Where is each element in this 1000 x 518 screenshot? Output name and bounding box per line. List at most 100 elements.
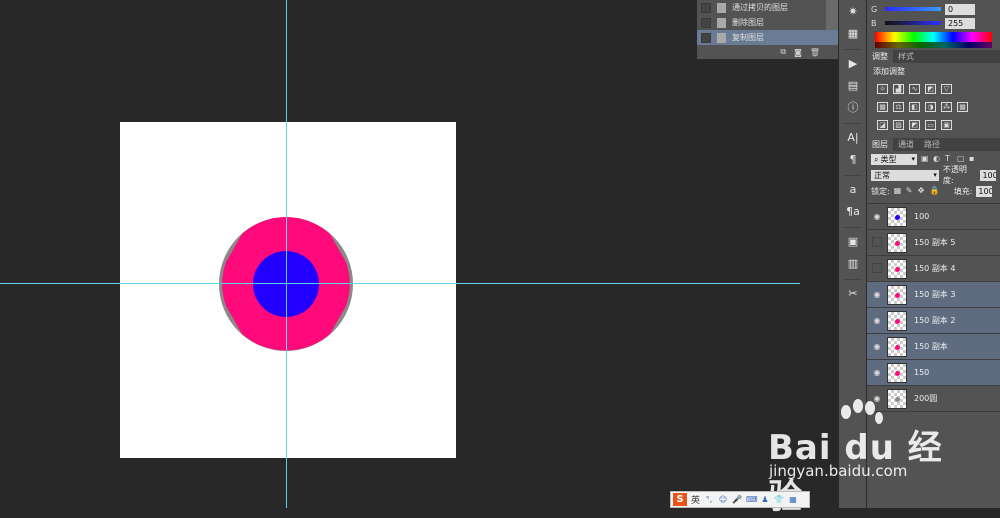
keyboard-icon[interactable]: ⌨ xyxy=(746,495,758,505)
punctuation-icon[interactable]: °, xyxy=(704,495,714,505)
b-slider[interactable] xyxy=(885,21,941,25)
curves-icon[interactable]: ∿ xyxy=(909,84,920,94)
layer-row[interactable]: 150 副本 5 xyxy=(867,230,1000,256)
watermark-url: jingyan.baidu.com xyxy=(769,462,908,480)
properties-icon[interactable]: ▣ xyxy=(839,230,867,252)
eye-icon[interactable]: ◉ xyxy=(867,368,887,377)
layer-row[interactable]: 150 副本 4 xyxy=(867,256,1000,282)
b-label: B xyxy=(871,18,877,28)
b-value-field[interactable]: 255 xyxy=(945,17,975,29)
color-lookup-icon[interactable]: ▦ xyxy=(957,102,968,112)
threshold-icon[interactable]: ◩ xyxy=(909,120,920,130)
paragraph-icon[interactable]: ¶ xyxy=(839,148,867,170)
history-toolbar: ⧉ ◙ 🗑 xyxy=(697,45,838,59)
microphone-icon[interactable]: 🎤 xyxy=(732,495,742,505)
g-value-field[interactable]: 0 xyxy=(945,3,975,15)
color-spectrum[interactable] xyxy=(875,32,992,42)
thumbnail-dot xyxy=(895,292,900,298)
character-icon[interactable]: A| xyxy=(839,126,867,148)
swatch-icon[interactable]: ▦ xyxy=(839,22,867,44)
eye-hidden-icon[interactable] xyxy=(867,263,887,275)
hue-saturation-icon[interactable]: ▦ xyxy=(877,102,888,112)
shirt-skin-icon[interactable]: 👕 xyxy=(774,495,784,505)
black-white-icon[interactable]: ◧ xyxy=(909,102,920,112)
eye-hidden-icon[interactable] xyxy=(867,237,887,249)
color-panel: G 0 B 255 xyxy=(867,0,1000,50)
lock-transparent-icon[interactable]: ▦ xyxy=(894,187,902,195)
tab-layers[interactable]: 图层 xyxy=(867,138,893,151)
camera-snapshot-icon[interactable]: ◙ xyxy=(794,48,802,57)
tools-icon[interactable]: ▦ xyxy=(788,495,798,505)
horizontal-guide[interactable] xyxy=(0,283,800,284)
thumbnail-dot xyxy=(895,266,900,272)
brightness-adjust-icon[interactable]: ☼ xyxy=(877,84,888,94)
ime-mode[interactable]: 英 xyxy=(691,493,700,506)
user-icon[interactable]: ♟ xyxy=(760,495,770,505)
photo-filter-icon[interactable]: ◑ xyxy=(925,102,936,112)
history-row[interactable]: 通过拷贝的图层 xyxy=(697,0,838,15)
history-row-selected[interactable]: 复制图层 xyxy=(697,30,838,45)
selective-color-icon[interactable]: ▣ xyxy=(941,120,952,130)
emoji-icon[interactable]: ☺ xyxy=(718,495,728,505)
new-document-from-state-icon[interactable]: ⧉ xyxy=(780,47,786,57)
layer-comps-icon[interactable]: ▤ xyxy=(839,74,867,96)
canvas-area[interactable] xyxy=(0,0,800,508)
type-filter-icon[interactable]: T xyxy=(945,155,953,163)
baidu-jingyan-watermark: Bai du 经验 jingyan.baidu.com xyxy=(760,398,960,517)
eye-icon[interactable]: ◉ xyxy=(867,212,887,221)
circle-artwork xyxy=(219,217,353,351)
eye-icon[interactable]: ◉ xyxy=(867,342,887,351)
layer-row[interactable]: ◉ 100 xyxy=(867,204,1000,230)
levels-icon[interactable]: ▟ xyxy=(893,84,904,94)
trash-icon[interactable]: 🗑 xyxy=(810,48,820,57)
notes-icon[interactable]: ▥ xyxy=(839,252,867,274)
history-panel: 通过拷贝的图层 删除图层 复制图层 ⧉ ◙ 🗑 xyxy=(697,0,838,60)
document-icon xyxy=(717,2,726,13)
lock-move-icon[interactable]: ✥ xyxy=(918,187,926,195)
history-scrollbar[interactable] xyxy=(826,0,838,30)
ime-toolbar[interactable]: S 英 °, ☺ 🎤 ⌨ ♟ 👕 ▦ xyxy=(670,491,810,508)
tool-presets-icon[interactable]: ✂ xyxy=(839,282,867,304)
blend-mode-dropdown[interactable]: 正常 xyxy=(871,169,939,181)
vertical-guide[interactable] xyxy=(286,0,287,508)
brightness-icon[interactable]: ✷ xyxy=(839,0,867,22)
layer-row[interactable]: ◉ 150 xyxy=(867,360,1000,386)
image-filter-icon[interactable]: ▣ xyxy=(921,155,929,163)
shape-filter-icon[interactable]: ▢ xyxy=(957,155,965,163)
smart-filter-icon[interactable]: ▪ xyxy=(969,155,977,163)
gradient-map-icon[interactable]: ▭ xyxy=(925,120,936,130)
posterize-icon[interactable]: ▨ xyxy=(893,120,904,130)
g-slider[interactable] xyxy=(885,7,941,11)
paragraph-style-icon[interactable]: ¶a xyxy=(839,200,867,222)
color-balance-icon[interactable]: ⚖ xyxy=(893,102,904,112)
layer-name: 150 副本 4 xyxy=(914,264,956,273)
document-canvas[interactable] xyxy=(120,122,456,458)
invert-icon[interactable]: ◪ xyxy=(877,120,888,130)
thumbnail-dot xyxy=(895,344,900,350)
lock-all-icon[interactable]: 🔒 xyxy=(930,187,940,195)
character-style-icon[interactable]: a xyxy=(839,178,867,200)
tab-channels[interactable]: 通道 xyxy=(893,138,919,151)
adjust-filter-icon[interactable]: ◐ xyxy=(933,155,941,163)
layer-thumbnail xyxy=(887,284,907,305)
color-spectrum-shade[interactable] xyxy=(875,42,992,48)
layer-filter-dropdown[interactable]: ⌕ 类型 xyxy=(871,153,917,165)
tab-styles[interactable]: 样式 xyxy=(893,50,919,63)
eye-icon[interactable]: ◉ xyxy=(867,290,887,299)
layer-row[interactable]: ◉ 150 副本 xyxy=(867,334,1000,360)
tab-adjustments[interactable]: 调整 xyxy=(867,50,893,63)
exposure-icon[interactable]: ◩ xyxy=(925,84,936,94)
sogou-logo-icon[interactable]: S xyxy=(673,493,687,506)
layer-row[interactable]: ◉ 150 副本 3 xyxy=(867,282,1000,308)
info-icon[interactable]: ⓘ xyxy=(839,96,867,118)
tab-paths[interactable]: 路径 xyxy=(919,138,945,151)
layer-row[interactable]: ◉ 150 副本 2 xyxy=(867,308,1000,334)
fill-field[interactable]: 100 xyxy=(976,185,993,197)
lock-paint-icon[interactable]: ✎ xyxy=(906,187,914,195)
play-actions-icon[interactable]: ▶ xyxy=(839,52,867,74)
opacity-field[interactable]: 100 xyxy=(980,169,996,181)
vibrance-icon[interactable]: ▽ xyxy=(941,84,952,94)
channel-mixer-icon[interactable]: ⁂ xyxy=(941,102,952,112)
eye-icon[interactable]: ◉ xyxy=(867,316,887,325)
history-row[interactable]: 删除图层 xyxy=(697,15,838,30)
